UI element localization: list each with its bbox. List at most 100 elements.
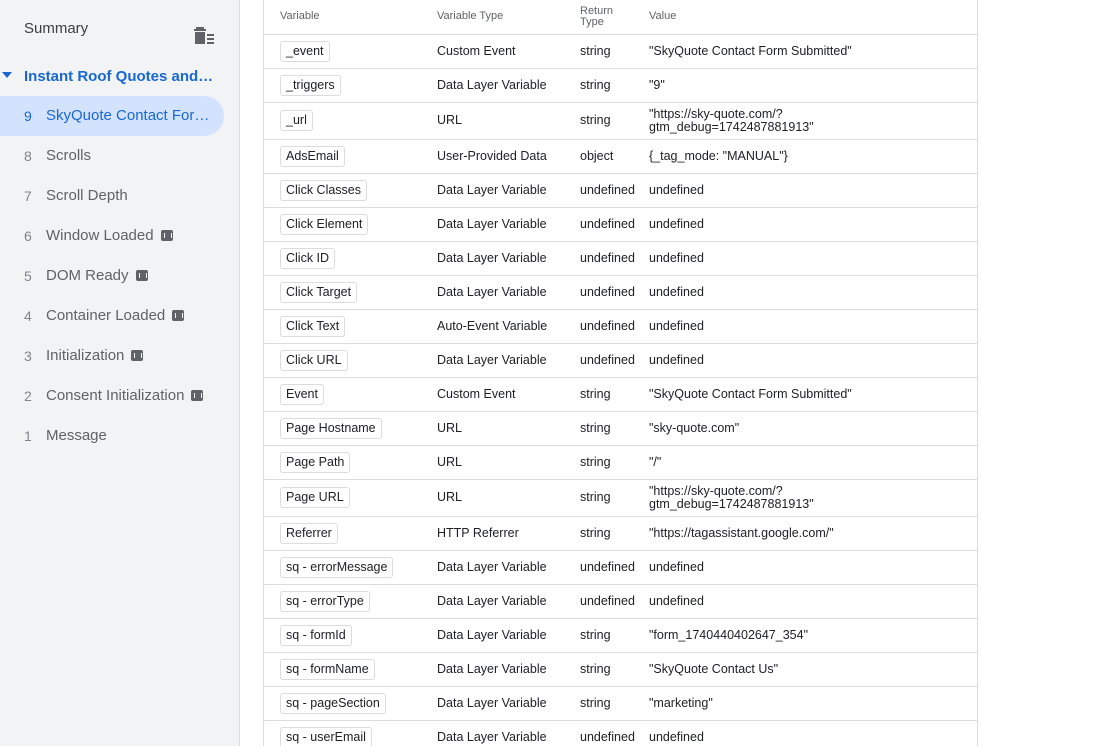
variable-name-chip[interactable]: Click Element — [280, 213, 369, 235]
table-row[interactable]: Page URL URL string "https://sky-quote.com/… — [264, 479, 977, 517]
variable-cell: sq - errorType — [264, 584, 437, 619]
event-label: Container Loaded — [46, 307, 185, 324]
table-row[interactable]: sq - formId Data Layer Variable string "for… — [264, 618, 977, 653]
variable-name-chip[interactable]: Event — [280, 383, 324, 405]
event-number: 5 — [24, 268, 32, 284]
variable-cell: Click Element — [264, 207, 437, 242]
table-row[interactable]: sq - errorType Data Layer Variable undefin… — [264, 584, 977, 619]
variable-name-chip[interactable]: sq - pageSection — [280, 692, 386, 714]
table-row[interactable]: Page Path URL string "/" — [264, 445, 977, 480]
variable-type-cell: Data Layer Variable — [437, 550, 580, 585]
header-variable-type[interactable]: Variable Type — [437, 0, 580, 35]
variable-name-chip[interactable]: _url — [280, 110, 313, 131]
header-variable[interactable]: Variable — [264, 0, 437, 35]
event-item[interactable]: 1 Message — [0, 416, 224, 456]
clear-messages-icon[interactable] — [193, 26, 215, 46]
table-row[interactable]: Click URL Data Layer Variable undefined und… — [264, 343, 977, 378]
variable-name-chip[interactable]: Click Target — [280, 281, 358, 303]
event-number: 2 — [24, 388, 32, 404]
table-row[interactable]: Click Target Data Layer Variable undefined… — [264, 275, 977, 310]
table-row[interactable]: Click Text Auto-Event Variable undefined un… — [264, 309, 977, 344]
container-item[interactable]: Instant Roof Quotes and W... — [0, 58, 240, 94]
value-cell: undefined — [649, 275, 977, 310]
value-cell: undefined — [649, 584, 977, 619]
variables-table-card: Variable Variable Type Return Type Value… — [263, 0, 978, 746]
return-type-cell: string — [580, 445, 649, 480]
table-row[interactable]: Page Hostname URL string "sky-quote.com" — [264, 411, 977, 446]
variable-name-chip[interactable]: sq - formId — [280, 624, 352, 646]
return-type-cell: undefined — [580, 584, 649, 619]
variable-name-chip[interactable]: Page Hostname — [280, 417, 382, 439]
table-row[interactable]: sq - userEmail Data Layer Variable undefin… — [264, 720, 977, 746]
variable-type-cell: URL — [437, 445, 580, 480]
table-row[interactable]: AdsEmail User-Provided Data object {_tag_mo… — [264, 139, 977, 174]
table-row[interactable]: Referrer HTTP Referrer string "https://taga… — [264, 516, 977, 551]
variable-type-cell: Data Layer Variable — [437, 618, 580, 653]
variable-name-chip[interactable]: Click ID — [280, 247, 336, 269]
table-row[interactable]: sq - errorMessage Data Layer Variable unde… — [264, 550, 977, 585]
main-panel: Variable Variable Type Return Type Value… — [240, 0, 1120, 746]
event-label-text: Message — [46, 427, 107, 444]
table-row[interactable]: sq - formName Data Layer Variable string "S… — [264, 652, 977, 687]
event-label: Message — [46, 427, 107, 444]
table-row[interactable]: Click Classes Data Layer Variable undefine… — [264, 173, 977, 208]
caret-down-icon[interactable] — [2, 72, 12, 78]
variable-type-cell: HTTP Referrer — [437, 516, 580, 551]
variable-name-chip[interactable]: Click Classes — [280, 179, 368, 201]
event-number: 3 — [24, 348, 32, 364]
variable-name-chip[interactable]: _event — [280, 40, 330, 62]
event-label: Scroll Depth — [46, 187, 128, 204]
variable-name-chip[interactable]: Page URL — [280, 487, 350, 508]
return-type-cell: object — [580, 139, 649, 174]
event-number: 4 — [24, 308, 32, 324]
variable-cell: sq - userEmail — [264, 720, 437, 746]
event-item[interactable]: 8 Scrolls — [0, 136, 224, 176]
code-icon — [135, 269, 148, 281]
return-type-cell: undefined — [580, 550, 649, 585]
event-label-text: Window Loaded — [46, 227, 154, 244]
table-row[interactable]: sq - pageSection Data Layer Variable strin… — [264, 686, 977, 721]
table-row[interactable]: _url URL string "https://sky-quote.com/? gt… — [264, 102, 977, 140]
variable-type-cell: Data Layer Variable — [437, 686, 580, 721]
event-item[interactable]: 4 Container Loaded — [0, 296, 224, 336]
value-cell: undefined — [649, 550, 977, 585]
table-row[interactable]: Click Element Data Layer Variable undefine… — [264, 207, 977, 242]
event-number: 7 — [24, 188, 32, 204]
variable-name-chip[interactable]: sq - userEmail — [280, 726, 372, 746]
table-row[interactable]: _event Custom Event string "SkyQuote Contac… — [264, 34, 977, 69]
variable-name-chip[interactable]: Click URL — [280, 349, 348, 371]
event-list: 9 SkyQuote Contact Form... 8 Scrolls 7 Scroll… — [0, 96, 240, 456]
event-number: 1 — [24, 428, 32, 444]
return-type-cell: string — [580, 377, 649, 412]
event-label: SkyQuote Contact Form... — [46, 107, 216, 124]
event-item[interactable]: 3 Initialization — [0, 336, 224, 376]
variable-cell: _event — [264, 34, 437, 69]
event-item[interactable]: 7 Scroll Depth — [0, 176, 224, 216]
event-label-text: SkyQuote Contact Form... — [46, 107, 216, 124]
value-cell: "https://tagassistant.google.com/" — [649, 516, 977, 551]
table-row[interactable]: _triggers Data Layer Variable string "9" — [264, 68, 977, 103]
table-row[interactable]: Event Custom Event string "SkyQuote Contact… — [264, 377, 977, 412]
variable-name-chip[interactable]: sq - errorMessage — [280, 556, 394, 578]
event-item[interactable]: 2 Consent Initialization — [0, 376, 224, 416]
variable-name-chip[interactable]: sq - formName — [280, 658, 375, 680]
event-label: Scrolls — [46, 147, 91, 164]
variable-name-chip[interactable]: _triggers — [280, 74, 341, 96]
event-item[interactable]: 5 DOM Ready — [0, 256, 224, 296]
variable-name-chip[interactable]: sq - errorType — [280, 590, 370, 612]
variable-cell: Page Hostname — [264, 411, 437, 446]
event-item[interactable]: 9 SkyQuote Contact Form... — [0, 96, 224, 136]
header-return-type[interactable]: Return Type — [580, 0, 649, 35]
value-cell: {_tag_mode: "MANUAL"} — [649, 139, 977, 174]
table-row[interactable]: Click ID Data Layer Variable undefined unde… — [264, 241, 977, 276]
variable-name-chip[interactable]: Referrer — [280, 522, 338, 544]
header-value[interactable]: Value — [649, 0, 977, 35]
variable-name-chip[interactable]: AdsEmail — [280, 145, 345, 167]
variable-type-cell: Data Layer Variable — [437, 652, 580, 687]
summary-item[interactable]: Summary — [0, 8, 240, 48]
variable-name-chip[interactable]: Page Path — [280, 451, 351, 473]
return-type-cell: string — [580, 411, 649, 446]
variable-name-chip[interactable]: Click Text — [280, 315, 346, 337]
event-item[interactable]: 6 Window Loaded — [0, 216, 224, 256]
value-cell: "/" — [649, 445, 977, 480]
